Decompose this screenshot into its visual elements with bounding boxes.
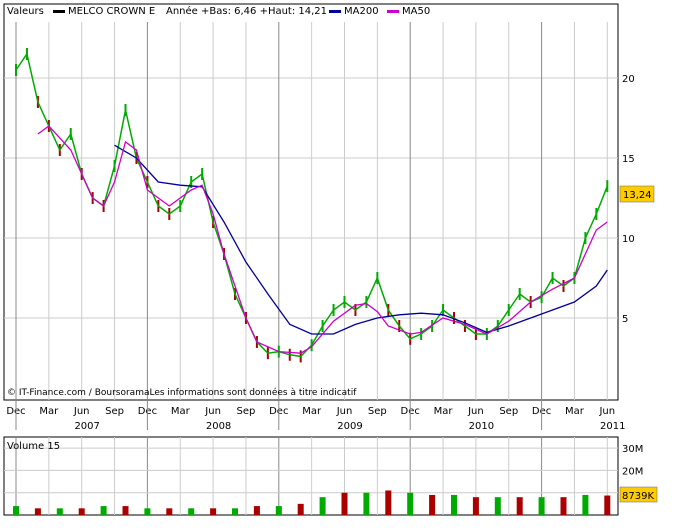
ma200-legend-label: MA200 <box>344 6 379 17</box>
volume-badge: 8739K <box>622 491 654 502</box>
x-tick-label: Jun <box>336 406 353 417</box>
volume-bar <box>429 494 436 515</box>
volume-bar <box>604 495 611 515</box>
volume-bar <box>297 503 304 515</box>
x-tick-label: Sep <box>105 406 124 417</box>
volume-bar <box>34 508 41 515</box>
volume-bar <box>188 508 195 515</box>
ma200-legend-swatch <box>329 10 341 13</box>
header-label: Valeurs <box>7 6 44 17</box>
year-label: 2008 <box>206 421 231 432</box>
volume-title: Volume 15 <box>7 441 60 452</box>
x-tick-label: Sep <box>499 406 518 417</box>
x-tick-label: Jun <box>598 406 615 417</box>
x-tick-label: Sep <box>237 406 256 417</box>
volume-bar <box>341 492 348 515</box>
volume-bar <box>144 508 151 515</box>
x-tick-label: Sep <box>368 406 387 417</box>
credit-text: © IT-Finance.com / BoursoramaLes informa… <box>7 387 357 398</box>
volume-bar <box>407 492 414 515</box>
stock-chart: 5101520Dec Mar Jun Sep Dec Mar Jun Sep Dec Mar Jun… <box>3 3 658 516</box>
volume-bar <box>494 497 501 515</box>
series-legend-swatch <box>53 10 65 13</box>
x-tick-label: Mar <box>302 406 322 417</box>
volume-bar <box>472 497 479 515</box>
y-tick-label: 20 <box>622 74 635 85</box>
volume-bar <box>210 508 217 515</box>
year-label: 2009 <box>337 421 362 432</box>
year-label: 2011 <box>600 421 625 432</box>
volume-bar <box>13 506 19 515</box>
last-price-badge: 13,24 <box>623 190 652 201</box>
x-tick-label: Jun <box>73 406 90 417</box>
volume-bar <box>122 506 129 515</box>
x-tick-label: Mar <box>434 406 454 417</box>
x-tick-label: Mar <box>171 406 191 417</box>
volume-bar <box>451 494 457 515</box>
volume-bar <box>100 506 107 515</box>
x-tick-label: Mar <box>565 406 585 417</box>
volume-bar <box>516 497 523 515</box>
y-tick-label: 5 <box>622 314 628 325</box>
volume-bar <box>560 497 567 515</box>
volume-bar <box>78 508 85 515</box>
y-tick-label: 10 <box>622 234 635 245</box>
year-label: 2007 <box>74 421 99 432</box>
volume-bar <box>275 506 282 515</box>
y-tick-label: 15 <box>622 154 635 165</box>
ma50-legend-label: MA50 <box>402 6 430 17</box>
year-stats: Année +Bas: 6,46 +Haut: 14,21 <box>166 5 327 17</box>
volume-y-tick-label: 30M <box>622 444 643 455</box>
x-tick-label: Jun <box>467 406 484 417</box>
volume-panel-frame <box>3 436 619 516</box>
volume-bar <box>253 506 260 515</box>
volume-y-tick-label: 20M <box>622 466 643 477</box>
volume-bar <box>56 508 63 515</box>
volume-bar <box>319 497 326 515</box>
volume-bar <box>232 508 238 515</box>
year-label: 2010 <box>469 421 494 432</box>
ma50-legend-swatch <box>387 10 399 13</box>
x-tick-label: Jun <box>204 406 221 417</box>
volume-bar <box>538 497 545 515</box>
volume-bar <box>363 492 370 515</box>
volume-bar <box>166 508 173 515</box>
x-tick-label: Mar <box>39 406 59 417</box>
series-name: MELCO CROWN E <box>68 6 155 17</box>
volume-bar <box>582 494 589 515</box>
volume-bar <box>385 490 392 515</box>
